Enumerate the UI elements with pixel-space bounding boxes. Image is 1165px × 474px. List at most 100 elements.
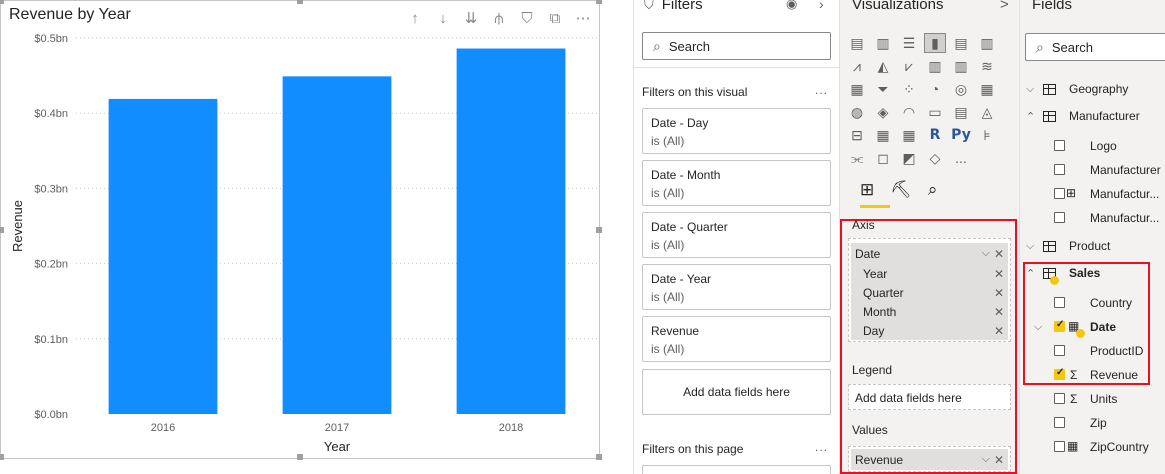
- slicer-icon[interactable]: ⊟: [846, 125, 868, 145]
- field-checkbox-checked[interactable]: [1054, 367, 1065, 380]
- remove-year-icon[interactable]: ✕: [994, 267, 1004, 281]
- remove-month-icon[interactable]: ✕: [994, 305, 1004, 319]
- field-manufacturer[interactable]: Manufacturer: [1020, 159, 1165, 181]
- remove-date-icon[interactable]: ✕: [994, 247, 1004, 261]
- python-visual-icon[interactable]: Py: [950, 125, 972, 145]
- remove-day-icon[interactable]: ✕: [994, 324, 1004, 338]
- field-checkbox[interactable]: [1054, 188, 1065, 199]
- filter-card-date-month[interactable]: Date - Month is (All): [642, 160, 831, 206]
- values-field-revenue[interactable]: Revenue ⌵ ✕: [851, 449, 1008, 470]
- multi-row-card-icon[interactable]: ▤: [950, 102, 972, 122]
- clustered-bar-icon[interactable]: ☰: [898, 33, 920, 53]
- axis-field-day[interactable]: Day ✕: [851, 321, 1008, 340]
- chevron-down-icon[interactable]: ⌵: [1034, 321, 1042, 334]
- funnel-icon[interactable]: ⏷: [872, 79, 894, 99]
- filter-card-date-year[interactable]: Date - Year is (All): [642, 264, 831, 310]
- filters-search-input[interactable]: ⌕ Search: [642, 32, 831, 60]
- chevron-down-icon[interactable]: ⌵: [1026, 240, 1034, 253]
- card-icon[interactable]: ▭: [924, 102, 946, 122]
- field-zip[interactable]: Zip: [1020, 412, 1165, 434]
- key-influencers-icon[interactable]: ⊧: [976, 125, 998, 145]
- field-checkbox[interactable]: [1054, 297, 1065, 308]
- bar-2016[interactable]: [108, 98, 218, 415]
- fields-search-input[interactable]: ⌕ Search: [1025, 33, 1165, 61]
- waterfall-icon[interactable]: ▦: [846, 79, 868, 99]
- 100-stacked-bar-icon[interactable]: ▤: [950, 33, 972, 53]
- field-checkbox[interactable]: [1054, 417, 1065, 428]
- axis-well[interactable]: Date ⌵ ✕ Year ✕ Quarter ✕ Month ✕ Day ✕: [848, 238, 1011, 342]
- remove-quarter-icon[interactable]: ✕: [994, 286, 1004, 300]
- filter-card-date-day[interactable]: Date - Day is (All): [642, 108, 831, 154]
- field-checkbox[interactable]: [1054, 140, 1065, 151]
- filters-page-more-icon[interactable]: ...: [815, 440, 828, 454]
- filters-visual-more-icon[interactable]: ...: [815, 83, 828, 97]
- field-table-sales[interactable]: ⌃ Sales: [1020, 262, 1165, 285]
- filter-card-revenue[interactable]: Revenue is (All): [642, 316, 831, 362]
- field-checkbox[interactable]: [1054, 393, 1065, 404]
- field-manufacturer-hierarchy[interactable]: ⊞ Manufactur...: [1020, 183, 1165, 205]
- pie-chart-icon[interactable]: ◔: [924, 79, 946, 99]
- field-manufacturer-extra[interactable]: Manufactur...: [1020, 207, 1165, 229]
- table-icon[interactable]: ▦: [872, 125, 894, 145]
- more-visuals-icon[interactable]: ...: [950, 148, 972, 168]
- field-revenue[interactable]: Σ Revenue: [1020, 364, 1165, 386]
- map-icon[interactable]: ◍: [846, 102, 868, 122]
- chevron-up-icon[interactable]: ⌃: [1026, 267, 1035, 280]
- field-date[interactable]: ⌵ ▦ Date: [1020, 316, 1165, 338]
- revenue-by-year-visual[interactable]: Revenue by Year ↑ ↓ ⇊ ⫛ ⛉ ⧉ ⋯ $0.0bn $0.1…: [0, 0, 602, 460]
- power-apps-icon[interactable]: ◇: [924, 148, 946, 168]
- format-tab-icon[interactable]: ⛏: [890, 180, 912, 200]
- field-productid[interactable]: ProductID: [1020, 340, 1165, 362]
- scatter-icon[interactable]: ⁘: [898, 79, 920, 99]
- field-units[interactable]: Σ Units: [1020, 388, 1165, 410]
- eye-icon[interactable]: ◉: [786, 0, 797, 12]
- area-chart-icon[interactable]: ◭: [872, 56, 894, 76]
- field-checkbox-checked[interactable]: [1054, 319, 1065, 332]
- collapse-visualizations-icon[interactable]: >: [1000, 0, 1009, 13]
- field-table-geography[interactable]: ⌵ Geography: [1020, 78, 1165, 100]
- values-well[interactable]: Revenue ⌵ ✕: [848, 446, 1011, 472]
- field-logo[interactable]: Logo: [1020, 135, 1165, 157]
- legend-well[interactable]: Add data fields here: [848, 384, 1011, 410]
- line-chart-icon[interactable]: ⩘: [846, 56, 868, 76]
- filled-map-icon[interactable]: ◈: [872, 102, 894, 122]
- bar-2017[interactable]: [282, 76, 392, 415]
- ribbon-chart-icon[interactable]: ≋: [976, 56, 998, 76]
- bar-2018[interactable]: [456, 48, 566, 414]
- field-checkbox[interactable]: [1054, 212, 1065, 223]
- chevron-down-icon[interactable]: ⌵: [1026, 83, 1034, 96]
- page-filter-card[interactable]: [642, 465, 831, 474]
- kpi-icon[interactable]: ◬: [976, 102, 998, 122]
- treemap-icon[interactable]: ▦: [976, 79, 998, 99]
- filter-card-date-quarter[interactable]: Date - Quarter is (All): [642, 212, 831, 258]
- field-table-manufacturer[interactable]: ⌃ Manufacturer: [1020, 105, 1165, 127]
- smart-narrative-icon[interactable]: ◩: [898, 148, 920, 168]
- stacked-bar-icon[interactable]: ▤: [846, 33, 868, 53]
- chevron-down-icon[interactable]: ⌵: [982, 453, 990, 466]
- remove-revenue-icon[interactable]: ✕: [994, 453, 1004, 467]
- axis-field-month[interactable]: Month ✕: [851, 302, 1008, 321]
- field-table-product[interactable]: ⌵ Product: [1020, 235, 1165, 257]
- add-visual-filter-field[interactable]: Add data fields here: [642, 369, 831, 415]
- stacked-column-icon[interactable]: ▥: [872, 33, 894, 53]
- field-country[interactable]: Country: [1020, 292, 1165, 314]
- line-clustered-column-icon[interactable]: ▥: [924, 56, 946, 76]
- axis-field-date[interactable]: Date ⌵ ✕: [851, 243, 1008, 264]
- matrix-icon[interactable]: ▦: [898, 125, 920, 145]
- line-stacked-column-icon[interactable]: ▥: [950, 56, 972, 76]
- field-checkbox[interactable]: [1054, 345, 1065, 356]
- chevron-down-icon[interactable]: ⌵: [982, 247, 990, 260]
- collapse-filters-icon[interactable]: ›: [819, 0, 824, 12]
- 100-stacked-column-icon[interactable]: ▥: [976, 33, 998, 53]
- axis-field-quarter[interactable]: Quarter ✕: [851, 283, 1008, 302]
- chevron-up-icon[interactable]: ⌃: [1026, 110, 1035, 123]
- clustered-column-icon[interactable]: ▮: [924, 33, 946, 53]
- field-checkbox[interactable]: [1054, 164, 1065, 175]
- axis-field-year[interactable]: Year ✕: [851, 264, 1008, 283]
- decomposition-tree-icon[interactable]: ⫘: [846, 148, 868, 168]
- r-visual-icon[interactable]: R: [924, 125, 946, 145]
- field-zipcountry[interactable]: ▦ ZipCountry: [1020, 436, 1165, 458]
- fields-tab-icon[interactable]: ⊞: [860, 180, 874, 200]
- qa-icon[interactable]: ◻: [872, 148, 894, 168]
- gauge-icon[interactable]: ◠: [898, 102, 920, 122]
